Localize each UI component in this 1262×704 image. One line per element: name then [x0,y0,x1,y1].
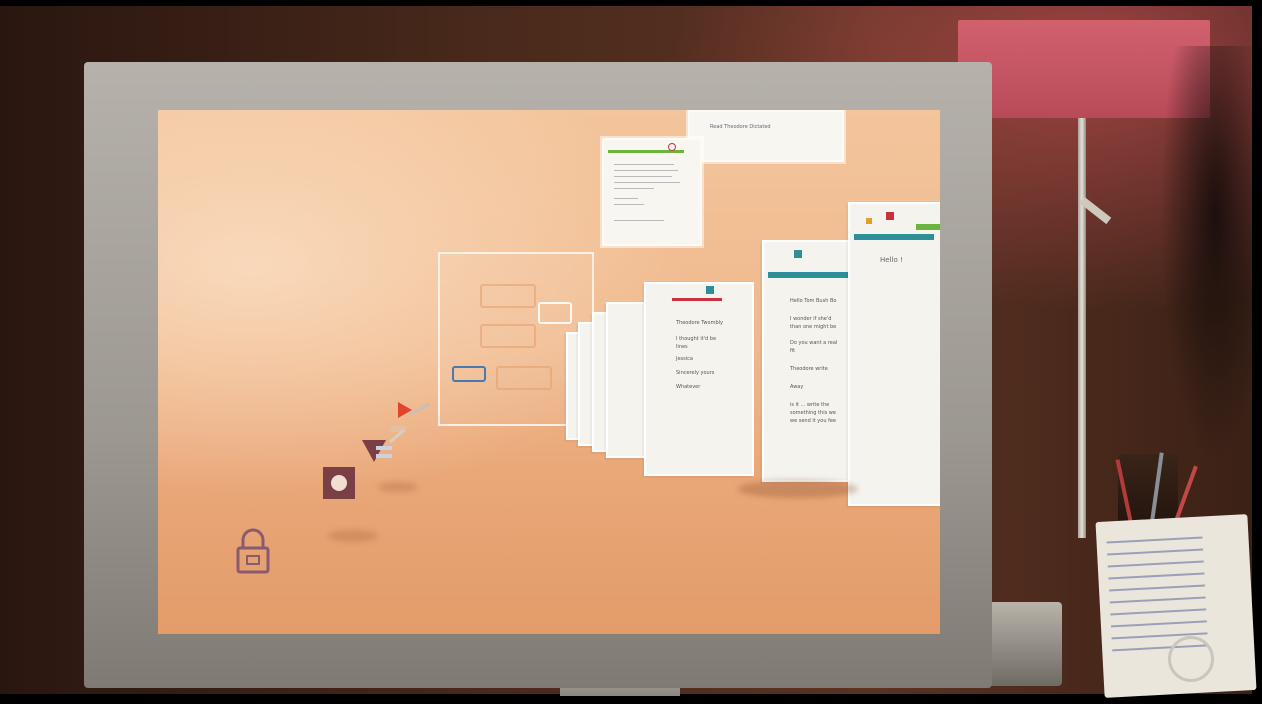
second-line: I wonder if she'd [790,316,832,322]
blurred-foreground [1160,46,1252,466]
second-line: Away [790,384,804,390]
ghost-blue-field[interactable] [452,366,486,382]
second-app-icon [794,250,802,258]
second-line: Do you want a real [790,340,838,346]
stack-shadow [738,480,858,498]
icon-shadow [378,482,418,492]
third-line: Whatever [676,384,701,390]
front-icon-yellow [866,218,872,224]
third-line: Jessica [676,356,693,362]
third-line: Theodore Twombly [676,320,723,326]
ghost-selected-field[interactable] [538,302,572,324]
stop-icon[interactable] [322,466,356,500]
second-header-bar [768,272,848,278]
second-line: fit [790,348,796,354]
second-line: something this we [790,410,836,416]
front-header-bar [854,234,934,240]
stack-window-third[interactable]: Theodore Twombly I thought it'd be lines… [644,282,754,476]
ghost-field [496,366,552,390]
third-line: Sincerely yours [676,370,715,376]
third-line: lines [676,344,688,350]
email-window[interactable] [602,138,702,246]
email-status-icon [668,143,676,151]
lock-icon[interactable] [236,528,270,574]
front-icon-red [886,212,894,220]
navigation-cursor-icon[interactable] [360,400,430,470]
second-line: than one might be [790,324,837,330]
second-line: Theodore write [790,366,828,372]
top-window[interactable]: Read Theodore Dictated [688,110,844,162]
third-line: I thought it'd be [676,336,717,342]
ghost-field [480,324,536,348]
stack-window-front[interactable]: Hello ! [848,202,940,506]
monitor-screen: Read Theodore Dictated Theodore Twombly … [158,110,940,634]
icon-shadow [328,530,378,542]
key-ring [1168,636,1214,682]
ghost-field [480,284,536,308]
top-window-title: Read Theodore Dictated [710,124,771,130]
second-line: we send it you fee [790,418,836,424]
second-line: is it ... write the [790,402,830,408]
front-line: Hello ! [880,256,903,264]
front-icon-green [916,224,940,230]
lamp-stem [1078,118,1086,538]
third-app-icon [706,286,714,294]
second-line: Hello Tom Bush Bo [790,298,837,304]
third-header-bar [672,298,722,301]
